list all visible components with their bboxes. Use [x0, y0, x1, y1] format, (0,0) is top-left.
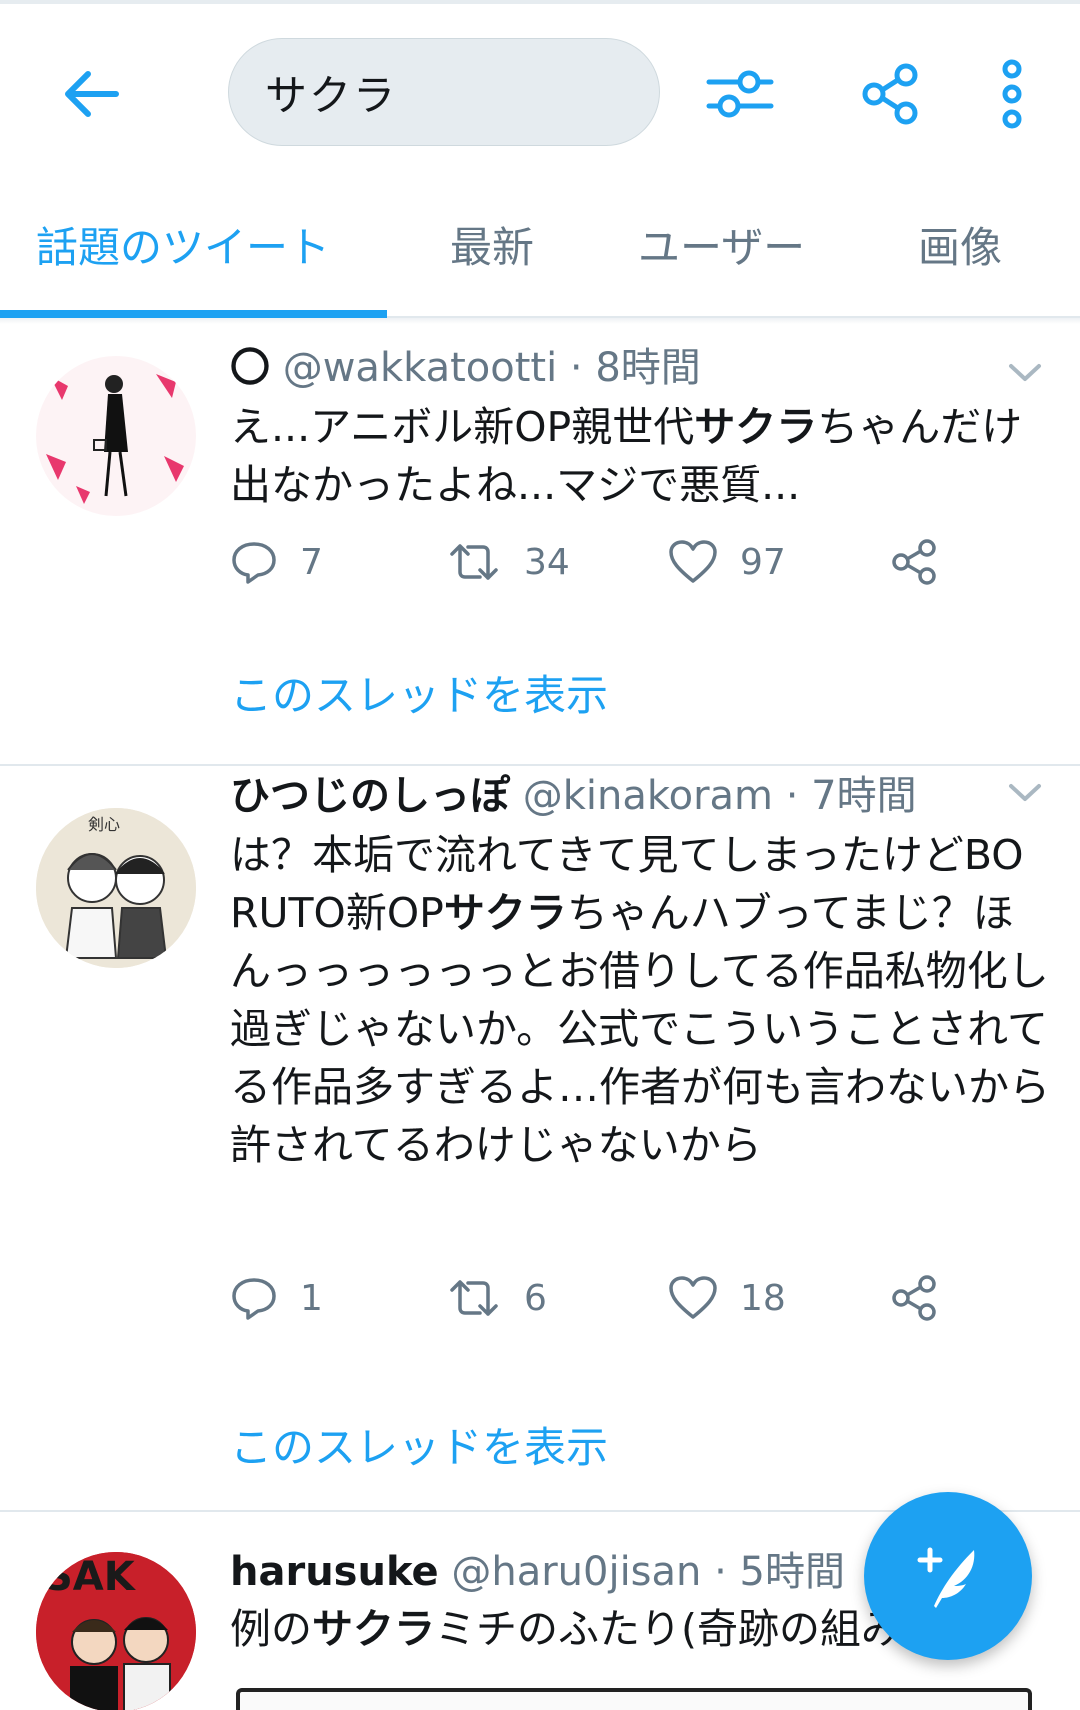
like-button[interactable]: 18	[668, 1268, 786, 1328]
tweet-actions: 1 6 18	[230, 1268, 990, 1328]
avatar[interactable]	[36, 356, 196, 516]
tweet-menu-button[interactable]	[1000, 768, 1050, 818]
active-tab-indicator	[0, 310, 387, 318]
svg-text:剣心: 剣心	[88, 815, 120, 834]
user-name[interactable]: ひつじのしっぽ	[230, 773, 510, 819]
reply-button[interactable]: 7	[230, 532, 323, 592]
search-tabs: 話題のツイート 最新 ユーザー 画像	[0, 190, 1080, 318]
tweet-actions: 7 34 97	[230, 532, 990, 592]
share-icon	[892, 1275, 936, 1321]
tweet-text: は？本垢で流れてきて見てしまったけどBORUTO新OPサクラちゃんハブってまじ？…	[230, 826, 1050, 1174]
share-tweet-button[interactable]	[890, 1268, 938, 1328]
arrow-left-icon	[65, 71, 119, 117]
retweet-icon	[450, 544, 498, 580]
avatar-illustration: SAK	[36, 1552, 196, 1710]
like-count: 97	[740, 541, 786, 583]
user-handle[interactable]: @kinakoram	[523, 773, 773, 819]
user-name[interactable]: harusuke	[230, 1549, 439, 1595]
search-filter-button[interactable]	[700, 54, 780, 134]
avatar[interactable]: 剣心	[36, 808, 196, 968]
user-handle[interactable]: @wakkatootti	[283, 345, 557, 391]
avatar-illustration: 剣心	[36, 808, 196, 968]
tweet-text-segment: え...アニボル新OP親世代	[230, 403, 695, 451]
reply-count: 1	[300, 1277, 323, 1319]
tweet-media-preview[interactable]	[236, 1688, 1032, 1710]
chevron-down-icon	[1009, 784, 1041, 801]
separator-dot: ·	[714, 1549, 727, 1595]
user-name[interactable]: 〇	[230, 345, 270, 391]
share-icon	[892, 539, 936, 585]
avatar[interactable]: SAK	[36, 1552, 196, 1710]
retweet-icon	[450, 1280, 498, 1316]
like-count: 18	[740, 1277, 786, 1319]
chevron-down-icon	[1009, 364, 1041, 381]
show-thread-link[interactable]: このスレッドを表示	[230, 662, 608, 723]
tweet-text: え...アニボル新OP親世代サクラちゃんだけ出なかったよね...マジで悪質...	[230, 398, 1050, 514]
more-vertical-icon	[1002, 59, 1022, 129]
tweet-time: 7時間	[811, 773, 917, 819]
user-handle[interactable]: @haru0jisan	[451, 1549, 701, 1595]
tab-latest[interactable]: 最新	[450, 214, 534, 275]
avatar-illustration	[36, 356, 196, 516]
retweet-button[interactable]: 6	[446, 1268, 547, 1328]
tweet-card[interactable]: 剣心 ひつじのしっぽ @kinakoram · 7時間 は？本垢で流れてきて見て…	[0, 768, 1080, 1512]
tweet-text-highlight: サクラ	[694, 403, 818, 451]
search-header: サクラ	[0, 4, 1080, 174]
search-query: サクラ	[265, 70, 398, 120]
reply-count: 7	[300, 541, 323, 583]
heart-icon	[669, 540, 717, 583]
heart-icon	[669, 1276, 717, 1319]
separator-dot: ·	[569, 345, 583, 391]
tab-users[interactable]: ユーザー	[638, 214, 805, 275]
separator-dot: ·	[785, 773, 799, 819]
back-button[interactable]	[52, 54, 132, 134]
tweet-header: ひつじのしっぽ @kinakoram · 7時間	[230, 768, 980, 824]
retweet-count: 6	[524, 1277, 547, 1319]
tweet-header: 〇 @wakkatootti · 8時間	[230, 340, 980, 396]
like-button[interactable]: 97	[668, 532, 786, 592]
more-options-button[interactable]	[972, 54, 1052, 134]
share-tweet-button[interactable]	[890, 532, 938, 592]
tweet-time: 8時間	[595, 345, 701, 391]
tab-top-tweets[interactable]: 話題のツイート	[36, 214, 330, 275]
share-icon	[862, 63, 918, 125]
reply-icon	[232, 542, 276, 584]
tweet-text-highlight: サクラ	[443, 889, 567, 937]
share-search-button[interactable]	[850, 54, 930, 134]
retweet-count: 34	[524, 541, 570, 583]
tab-images[interactable]: 画像	[918, 214, 1002, 275]
tweet-time: 5時間	[739, 1549, 845, 1595]
search-input[interactable]: サクラ	[228, 38, 660, 146]
tweet-text-highlight: サクラ	[312, 1605, 435, 1653]
tabs-shadow	[0, 318, 1080, 324]
filter-sliders-icon	[706, 70, 774, 118]
svg-text:SAK: SAK	[44, 1554, 137, 1600]
tweet-text-segment: 例の	[230, 1605, 312, 1653]
compose-tweet-button[interactable]	[864, 1492, 1032, 1660]
retweet-button[interactable]: 34	[446, 532, 570, 592]
reply-icon	[232, 1278, 276, 1320]
tweet-menu-button[interactable]	[1000, 348, 1050, 398]
compose-icon	[917, 1547, 975, 1608]
show-thread-link[interactable]: このスレッドを表示	[230, 1414, 608, 1475]
reply-button[interactable]: 1	[230, 1268, 323, 1328]
tweet-card[interactable]: 〇 @wakkatootti · 8時間 え...アニボル新OP親世代サクラちゃ…	[0, 326, 1080, 766]
